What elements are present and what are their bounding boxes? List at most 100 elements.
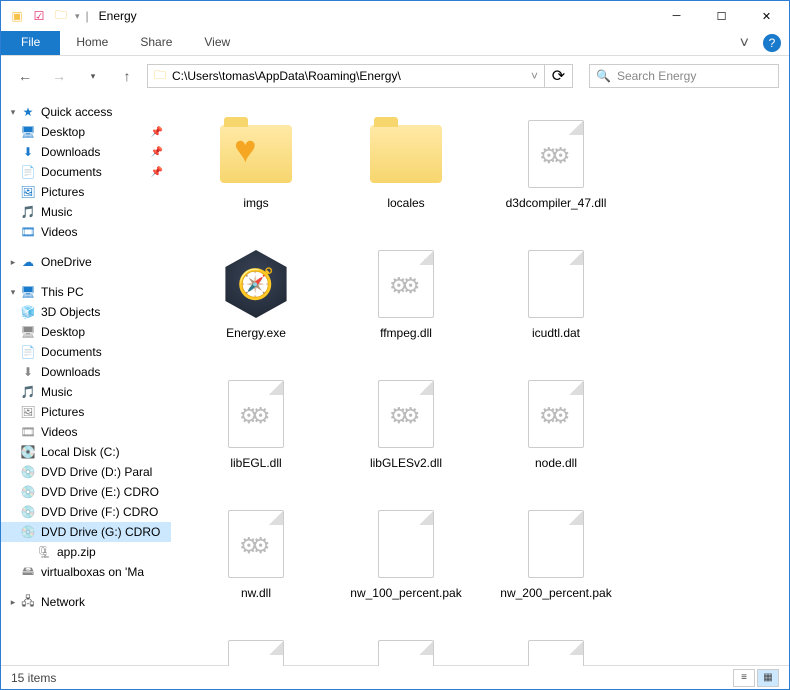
maximize-button[interactable]: ☐: [699, 1, 744, 31]
file-item[interactable]: nw_100_percent.pak: [331, 502, 481, 632]
quick-access-toolbar: ▣ ☑ 🗀 ▾: [9, 8, 80, 24]
nav-item[interactable]: 🎞Videos: [1, 422, 171, 442]
file-name: libEGL.dll: [230, 456, 281, 470]
folder-icon: [220, 125, 292, 183]
pc-icon: 🖥: [19, 285, 37, 299]
address-dropdown-icon[interactable]: ˅: [531, 69, 538, 83]
close-button[interactable]: ✕: [744, 1, 789, 31]
quick-access-header[interactable]: ▾ ★ Quick access: [1, 102, 171, 122]
nav-item[interactable]: ⬇Downloads: [1, 362, 171, 382]
nav-item-videos[interactable]: 🎞Videos: [1, 222, 171, 242]
file-item[interactable]: nw_200_percent.pak: [481, 502, 631, 632]
file-item[interactable]: ffmpeg.dll: [331, 242, 481, 372]
search-input[interactable]: 🔍 Search Energy: [589, 64, 779, 88]
item-count: 15 items: [11, 671, 56, 685]
nav-label: Local Disk (C:): [41, 445, 120, 459]
ribbon: File Home Share View ˅ ?: [1, 31, 789, 56]
nav-item[interactable]: 💿DVD Drive (D:) Paral: [1, 462, 171, 482]
network-header[interactable]: ▸ 🖧 Network: [1, 592, 171, 612]
search-placeholder: Search Energy: [617, 69, 696, 83]
file-item[interactable]: icudtl.dat: [481, 242, 631, 372]
nav-item[interactable]: 🖴virtualboxas on 'Ma: [1, 562, 171, 582]
nav-label: virtualboxas on 'Ma: [41, 565, 144, 579]
file-item[interactable]: nw.dll: [181, 502, 331, 632]
expand-icon[interactable]: ▾: [7, 107, 19, 118]
nav-item-desktop[interactable]: 🖥Desktop📌: [1, 122, 171, 142]
file-item[interactable]: libEGL.dll: [181, 372, 331, 502]
3d-icon: 🧊: [19, 305, 37, 319]
network-icon: 🖧: [19, 592, 37, 613]
file-icon: [528, 510, 584, 578]
file-list[interactable]: imgs locales d3dcompiler_47.dll 🧭Energy.exe…: [171, 96, 789, 666]
nav-item[interactable]: 💽Local Disk (C:): [1, 442, 171, 462]
pictures-icon: 🖼: [19, 405, 37, 419]
file-item[interactable]: locales: [331, 112, 481, 242]
file-icon: [528, 640, 584, 666]
address-input[interactable]: 🗀 C:\Users\tomas\AppData\Roaming\Energy\…: [147, 64, 545, 88]
nav-item[interactable]: 💿DVD Drive (E:) CDRO: [1, 482, 171, 502]
file-name: nw.dll: [241, 586, 271, 600]
details-view-button[interactable]: ≡: [733, 669, 755, 687]
nav-item[interactable]: 🧊3D Objects: [1, 302, 171, 322]
expand-icon[interactable]: ▾: [7, 287, 19, 298]
nav-forward-button[interactable]: →: [45, 62, 73, 90]
file-item[interactable]: d3dcompiler_47.dll: [481, 112, 631, 242]
ribbon-collapse-icon[interactable]: ˅: [730, 31, 759, 55]
expand-icon[interactable]: ▸: [7, 257, 19, 268]
nav-item-downloads[interactable]: ⬇Downloads📌: [1, 142, 171, 162]
file-item[interactable]: nw_elf.dll: [181, 632, 331, 666]
qat-dropdown-icon[interactable]: ▾: [75, 11, 80, 22]
dll-file-icon: [378, 380, 434, 448]
nav-item-music[interactable]: 🎵Music: [1, 202, 171, 222]
file-name: libGLESv2.dll: [370, 456, 442, 470]
nav-item[interactable]: 🎵Music: [1, 382, 171, 402]
minimize-button[interactable]: ─: [654, 1, 699, 31]
expand-icon[interactable]: ▸: [7, 597, 19, 608]
nav-item[interactable]: 📄Documents: [1, 342, 171, 362]
dvd-icon: 💿: [19, 525, 37, 539]
file-name: d3dcompiler_47.dll: [506, 196, 607, 210]
title-separator: |: [86, 9, 89, 23]
file-item[interactable]: imgs: [181, 112, 331, 242]
file-item[interactable]: v8_context_snapshot.bin: [481, 632, 631, 666]
onedrive-header[interactable]: ▸ ☁ OneDrive: [1, 252, 171, 272]
tab-home[interactable]: Home: [60, 31, 124, 55]
file-tab[interactable]: File: [1, 31, 60, 55]
nav-label: Desktop: [41, 125, 85, 139]
help-icon[interactable]: ?: [763, 34, 781, 52]
nav-item[interactable]: 🗜app.zip: [1, 542, 171, 562]
star-icon: ★: [19, 105, 37, 119]
documents-icon: 📄: [19, 165, 37, 179]
cloud-icon: ☁: [19, 255, 37, 269]
file-name: imgs: [243, 196, 268, 210]
nav-item[interactable]: 🖥Desktop: [1, 322, 171, 342]
tab-view[interactable]: View: [188, 31, 246, 55]
downloads-icon: ⬇: [19, 145, 37, 159]
refresh-button[interactable]: ⟳: [545, 64, 573, 88]
qat-properties-icon[interactable]: ☑: [31, 8, 47, 24]
nav-label: Downloads: [41, 145, 100, 159]
file-item[interactable]: node.dll: [481, 372, 631, 502]
qat-new-folder-icon[interactable]: 🗀: [53, 8, 69, 24]
file-item[interactable]: libGLESv2.dll: [331, 372, 481, 502]
this-pc-header[interactable]: ▾ 🖥 This PC: [1, 282, 171, 302]
tab-share[interactable]: Share: [124, 31, 188, 55]
music-icon: 🎵: [19, 205, 37, 219]
nav-label: Pictures: [41, 405, 84, 419]
nav-item-documents[interactable]: 📄Documents📌: [1, 162, 171, 182]
nav-up-button[interactable]: ↑: [113, 62, 141, 90]
title-bar: ▣ ☑ 🗀 ▾ | Energy ─ ☐ ✕: [1, 1, 789, 31]
nav-label: Desktop: [41, 325, 85, 339]
nav-item[interactable]: 🖼 Pictures: [1, 402, 171, 422]
file-item[interactable]: resources.pak: [331, 632, 481, 666]
nav-back-button[interactable]: ←: [11, 62, 39, 90]
nav-recent-dropdown[interactable]: ▾: [79, 62, 107, 90]
large-icons-view-button[interactable]: ▦: [757, 669, 779, 687]
nav-item[interactable]: 💿DVD Drive (G:) CDRO: [1, 522, 171, 542]
search-icon: 🔍: [596, 69, 611, 83]
nav-item-pictures[interactable]: 🖼Pictures: [1, 182, 171, 202]
nav-item[interactable]: 💿DVD Drive (F:) CDRO: [1, 502, 171, 522]
file-item[interactable]: 🧭Energy.exe: [181, 242, 331, 372]
file-name: node.dll: [535, 456, 577, 470]
dll-file-icon: [228, 510, 284, 578]
